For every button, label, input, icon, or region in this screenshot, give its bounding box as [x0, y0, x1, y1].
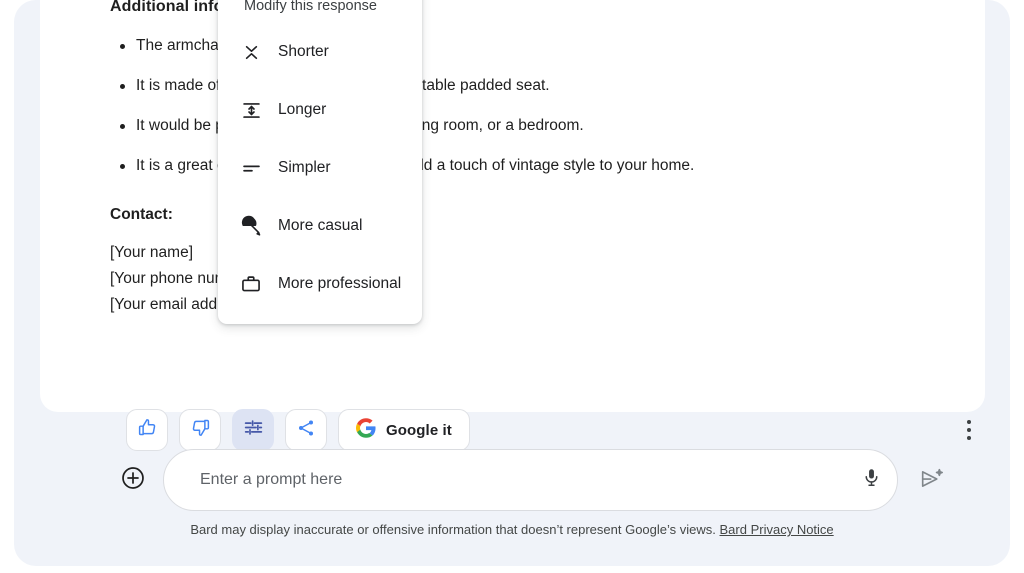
- microphone-icon: [861, 467, 882, 493]
- beach-umbrella-icon: [240, 215, 262, 237]
- menu-item-simpler[interactable]: Simpler: [218, 146, 422, 190]
- share-icon: [296, 418, 316, 443]
- bard-app-frame: Additional info The armchair is in excel…: [14, 0, 1010, 566]
- simplify-lines-icon: [240, 157, 262, 179]
- menu-item-label: Longer: [278, 101, 326, 119]
- prompt-input[interactable]: [164, 471, 845, 489]
- menu-title: Modify this response: [218, 0, 422, 14]
- add-content-button[interactable]: [113, 460, 153, 500]
- more-vert-icon: [967, 428, 971, 432]
- google-g-icon: [356, 418, 376, 443]
- send-sparkle-icon: [919, 466, 945, 497]
- menu-item-label: Shorter: [278, 43, 329, 61]
- response-card: Additional info The armchair is in excel…: [40, 0, 985, 412]
- menu-item-label: More casual: [278, 217, 362, 235]
- menu-item-label: Simpler: [278, 159, 331, 177]
- briefcase-icon: [240, 273, 262, 295]
- send-button[interactable]: [912, 462, 952, 500]
- prompt-composer: [14, 440, 1010, 520]
- privacy-notice-link[interactable]: Bard Privacy Notice: [720, 522, 834, 537]
- prompt-input-container[interactable]: [163, 449, 898, 511]
- disclaimer-text: Bard may display inaccurate or offensive…: [190, 522, 716, 537]
- menu-item-more-professional[interactable]: More professional: [218, 262, 422, 306]
- compress-vertical-icon: [240, 41, 262, 63]
- menu-item-shorter[interactable]: Shorter: [218, 30, 422, 74]
- menu-item-label: More professional: [278, 275, 401, 293]
- google-it-label: Google it: [386, 422, 452, 439]
- footer-disclaimer: Bard may display inaccurate or offensive…: [14, 522, 1010, 537]
- menu-item-longer[interactable]: Longer: [218, 88, 422, 132]
- expand-vertical-icon: [240, 99, 262, 121]
- more-vert-icon: [967, 420, 971, 424]
- modify-response-menu: Modify this response Shorter L: [218, 0, 422, 324]
- plus-circle-icon: [120, 465, 146, 496]
- microphone-button[interactable]: [845, 454, 897, 506]
- menu-item-more-casual[interactable]: More casual: [218, 204, 422, 248]
